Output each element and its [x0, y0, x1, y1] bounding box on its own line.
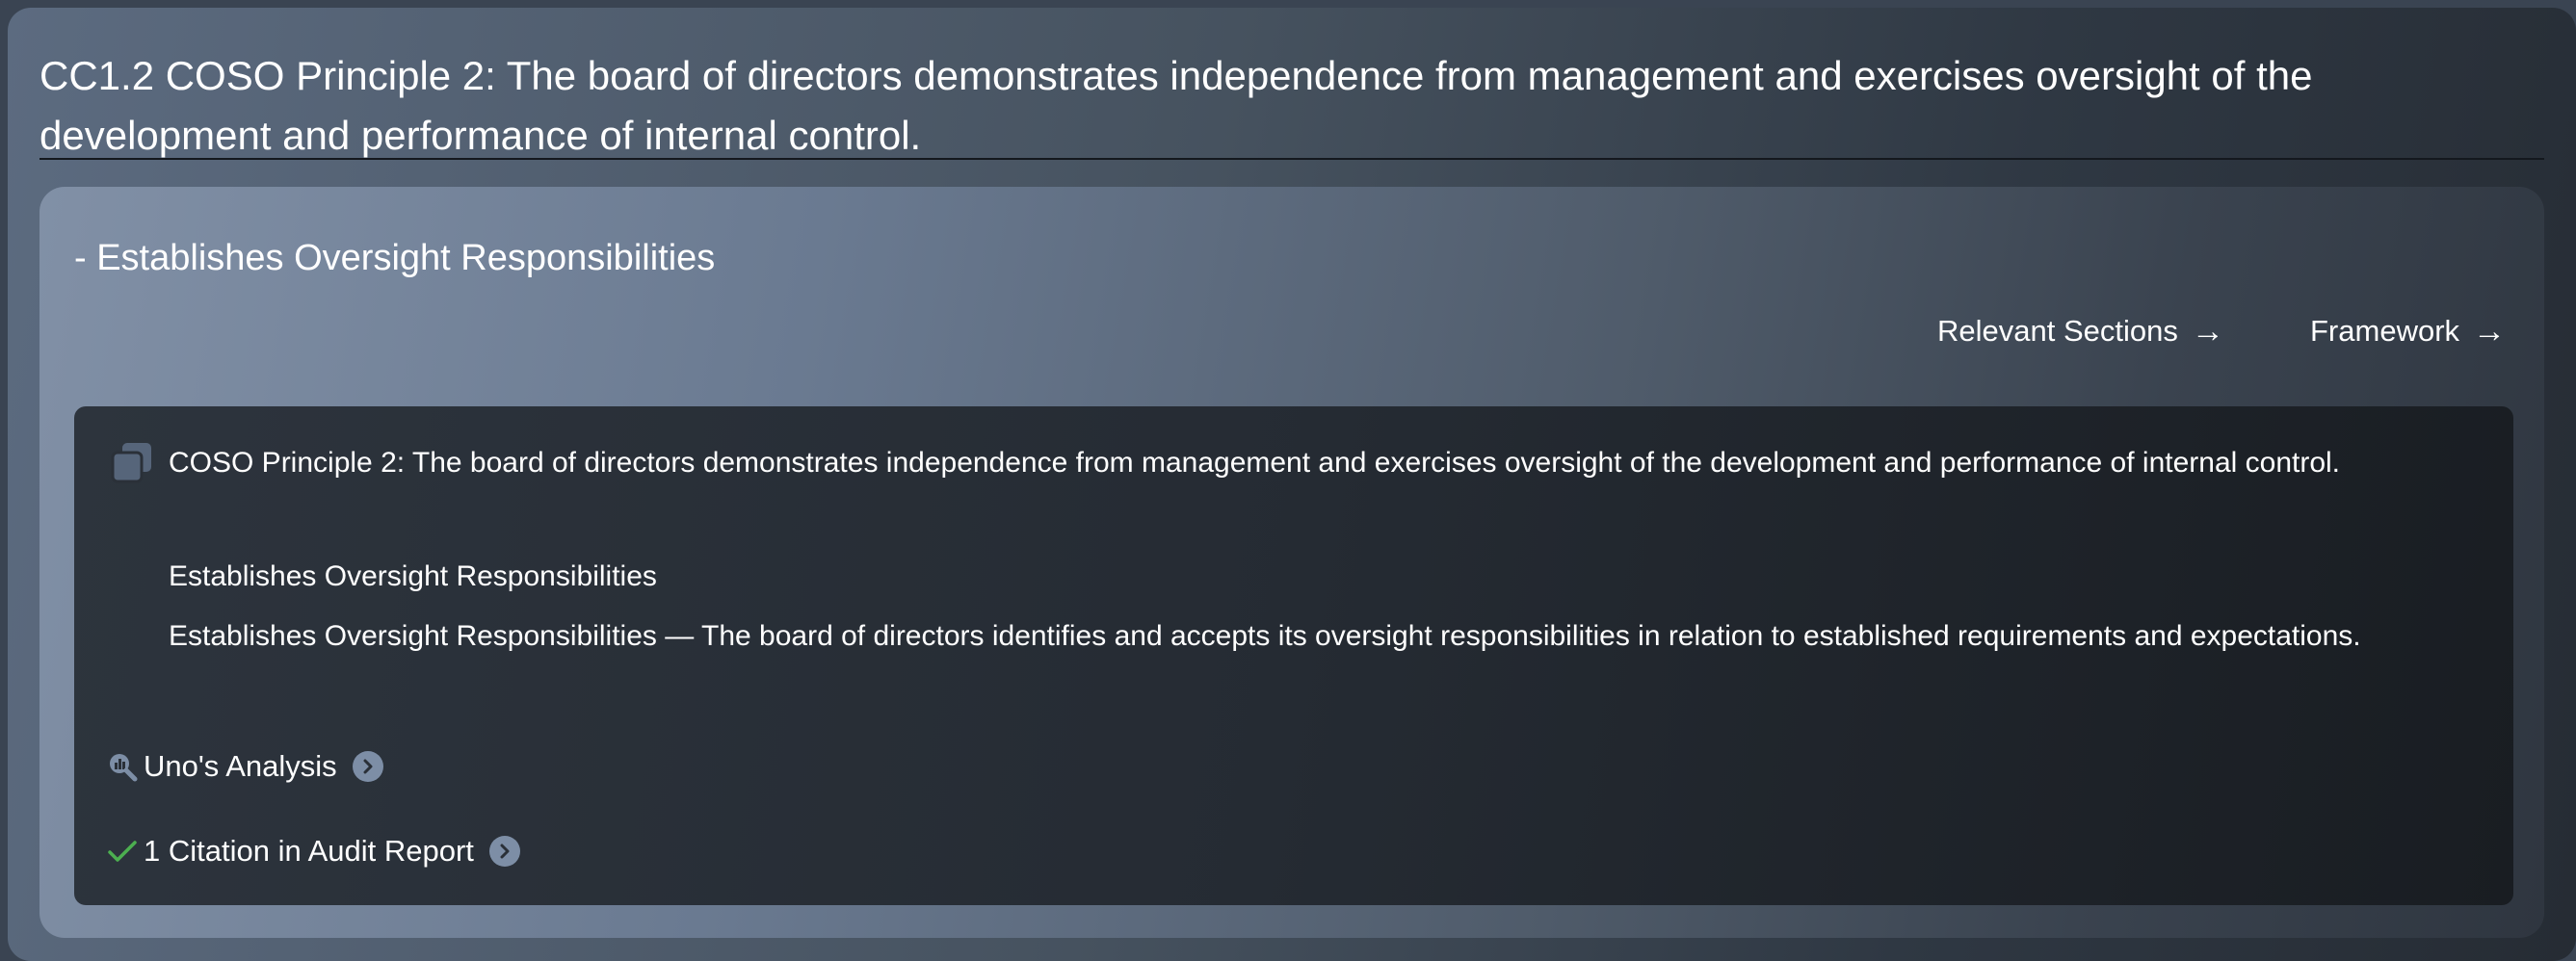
control-panel: CC1.2 COSO Principle 2: The board of dir… — [8, 8, 2576, 961]
unos-analysis-button[interactable]: Uno's Analysis — [107, 747, 383, 786]
audit-citation-button[interactable]: 1 Citation in Audit Report — [107, 832, 520, 870]
chevron-right-circle-icon — [488, 836, 520, 867]
framework-label: Framework — [2310, 314, 2460, 348]
audit-citation-label: 1 Citation in Audit Report — [144, 834, 474, 868]
relevant-sections-link[interactable]: Relevant Sections → — [1937, 312, 2224, 351]
page-title: CC1.2 COSO Principle 2: The board of dir… — [39, 53, 2313, 158]
arrow-right-icon: → — [2473, 313, 2507, 350]
oversight-card: - Establishes Oversight Responsibilities… — [39, 187, 2544, 938]
principle-text: COSO Principle 2: The board of directors… — [169, 447, 2341, 479]
point-of-focus-text: Establishes Oversight Responsibilities — [169, 560, 657, 592]
card-heading: - Establishes Oversight Responsibilities — [74, 238, 716, 278]
check-icon — [107, 836, 138, 867]
arrow-right-icon: → — [2191, 313, 2224, 350]
description-text: Establishes Oversight Responsibilities —… — [169, 620, 2361, 652]
framework-link[interactable]: Framework → — [2310, 312, 2506, 351]
chevron-right-circle-icon — [352, 751, 383, 782]
title-divider — [39, 158, 2544, 160]
unos-analysis-label: Uno's Analysis — [144, 749, 337, 783]
copy-icon[interactable] — [109, 441, 155, 487]
control-detail-panel: COSO Principle 2: The board of directors… — [74, 406, 2513, 905]
magnify-chart-icon — [107, 751, 138, 782]
relevant-sections-label: Relevant Sections — [1937, 314, 2178, 348]
